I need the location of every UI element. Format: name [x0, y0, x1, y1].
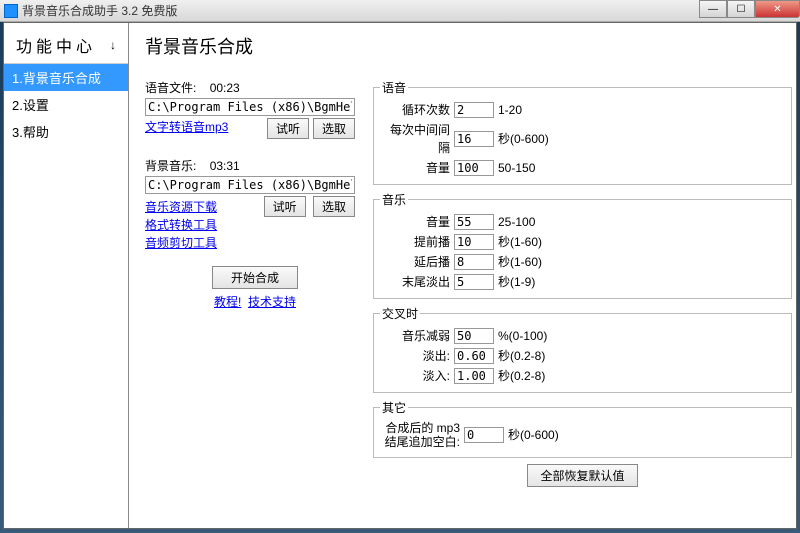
group-music-legend: 音乐 [380, 191, 408, 208]
group-other-legend: 其它 [380, 399, 408, 416]
titlebar: 背景音乐合成助手 3.2 免费版 — ☐ ✕ [0, 0, 800, 22]
bgm-duration: 03:31 [210, 159, 240, 173]
voice-volume-input[interactable] [454, 160, 494, 176]
group-other: 其它 合成后的 mp3 结尾追加空白: 秒(0-600) 默认 0 [373, 399, 792, 458]
group-voice: 语音 循环次数 1-20 音乐播完整一遍，逆推语音循环次数 每次中间间隔 [373, 79, 792, 185]
bgm-file-input[interactable] [145, 176, 355, 194]
group-voice-legend: 语音 [380, 79, 408, 96]
restore-defaults-button[interactable]: 全部恢复默认值 [527, 464, 637, 487]
close-button[interactable]: ✕ [755, 0, 800, 18]
sidebar-title-text: 功能中心 [16, 33, 96, 57]
sidebar: 功能中心 ↓ 1.背景音乐合成 2.设置 3.帮助 [4, 23, 129, 528]
maximize-button[interactable]: ☐ [727, 0, 755, 18]
right-column: 语音 循环次数 1-20 音乐播完整一遍，逆推语音循环次数 每次中间间隔 [373, 79, 792, 487]
music-lead-input[interactable] [454, 234, 494, 250]
bgm-file-label: 背景音乐: 03:31 [145, 157, 365, 174]
sidebar-item-settings[interactable]: 2.设置 [4, 91, 128, 118]
sidebar-title: 功能中心 ↓ [4, 23, 128, 64]
sidebar-item-help[interactable]: 3.帮助 [4, 118, 128, 145]
music-fadeout-input[interactable] [454, 274, 494, 290]
app-icon [4, 4, 18, 18]
loop-count-input[interactable] [454, 102, 494, 118]
link-tts[interactable]: 文字转语音mp3 [145, 118, 228, 135]
bgm-preview-button[interactable]: 试听 [264, 196, 306, 217]
arrow-down-icon: ↓ [110, 38, 120, 52]
voice-preview-button[interactable]: 试听 [267, 118, 309, 139]
cross-attn-input[interactable] [454, 328, 494, 344]
link-tutorial[interactable]: 教程! [214, 295, 241, 309]
main-panel: 背景音乐合成 语音文件: 00:23 文字转语音mp3 试听 选取 [129, 23, 796, 528]
voice-duration: 00:23 [210, 81, 240, 95]
music-volume-input[interactable] [454, 214, 494, 230]
music-delay-input[interactable] [454, 254, 494, 270]
window-controls: — ☐ ✕ [699, 0, 800, 18]
link-format-convert[interactable]: 格式转换工具 [145, 218, 217, 232]
group-cross-legend: 交叉时 [380, 305, 420, 322]
link-music-download[interactable]: 音乐资源下载 [145, 200, 217, 214]
link-audio-cut[interactable]: 音频剪切工具 [145, 236, 217, 250]
voice-pick-button[interactable]: 选取 [313, 118, 355, 139]
tail-label: 合成后的 mp3 结尾追加空白: [380, 421, 460, 450]
left-column: 语音文件: 00:23 文字转语音mp3 试听 选取 背景音乐: 03:31 [145, 79, 365, 487]
group-music: 音乐 音量 25-100 默认 55 提前播 秒(1-60) [373, 191, 792, 299]
bgm-pick-button[interactable]: 选取 [313, 196, 355, 217]
link-support[interactable]: 技术支持 [248, 295, 296, 309]
cross-fadeout-input[interactable] [454, 348, 494, 364]
tail-blank-input[interactable] [464, 427, 504, 443]
page-title: 背景音乐合成 [145, 33, 792, 59]
group-cross: 交叉时 音乐减弱 %(0-100) 默认 50%, 减弱 100% 表示静音 淡… [373, 305, 792, 393]
sidebar-item-bgm-compose[interactable]: 1.背景音乐合成 [4, 64, 128, 91]
interval-input[interactable] [454, 131, 494, 147]
titlebar-text: 背景音乐合成助手 3.2 免费版 [22, 2, 177, 19]
minimize-button[interactable]: — [699, 0, 727, 18]
voice-file-input[interactable] [145, 98, 355, 116]
cross-fadein-input[interactable] [454, 368, 494, 384]
voice-file-label: 语音文件: 00:23 [145, 79, 365, 96]
compose-button[interactable]: 开始合成 [212, 266, 298, 289]
